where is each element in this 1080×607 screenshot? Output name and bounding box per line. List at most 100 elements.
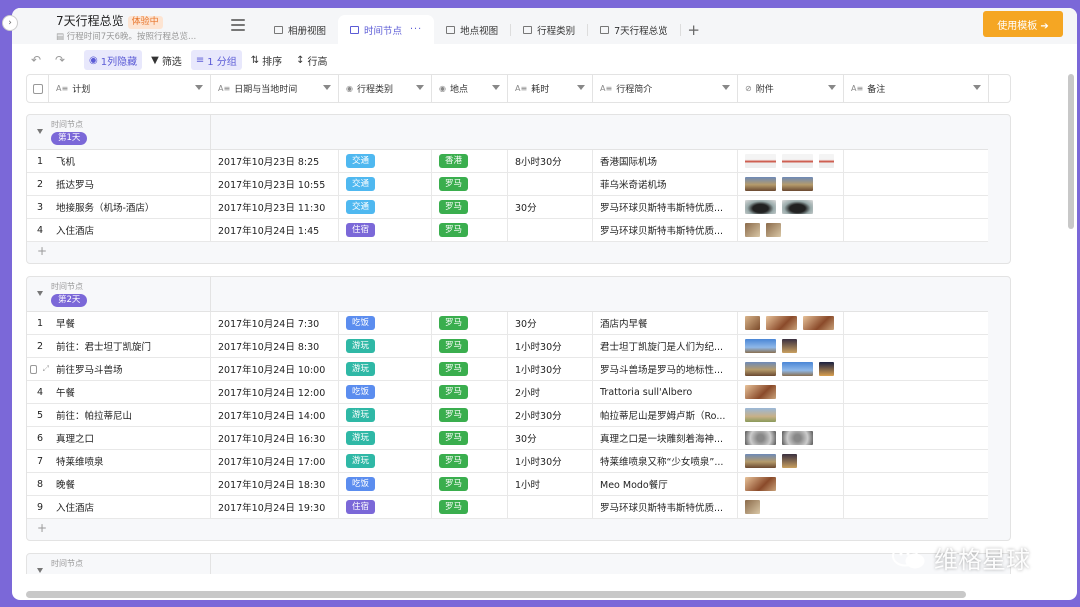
- attachment-thumbnail[interactable]: [745, 154, 776, 168]
- collapse-icon[interactable]: [37, 568, 43, 573]
- column-header-notes[interactable]: A≡ 备注: [844, 75, 989, 102]
- cell-duration[interactable]: 8小时30分: [508, 150, 593, 172]
- cell-notes[interactable]: [844, 358, 989, 380]
- cell-date[interactable]: 2017年10月24日 12:00: [211, 381, 339, 403]
- cell-place[interactable]: 罗马: [432, 173, 508, 195]
- cell-plan[interactable]: 前往：君士坦丁凯旋门: [49, 335, 211, 357]
- attachment-thumbnail[interactable]: [745, 408, 776, 422]
- cell-thumbs[interactable]: [738, 381, 844, 403]
- dropdown-icon[interactable]: [323, 85, 331, 90]
- attachment-thumbnail[interactable]: [766, 316, 797, 330]
- group-button[interactable]: ≡ 1 分组: [190, 50, 242, 70]
- cell-category[interactable]: 住宿: [339, 496, 432, 518]
- cell-category[interactable]: 吃饭: [339, 312, 432, 334]
- cell-notes[interactable]: [844, 496, 989, 518]
- attachment-thumbnail[interactable]: [782, 200, 813, 214]
- table-row[interactable]: 8 晚餐 2017年10月24日 18:30 吃饭 罗马 1小时 Meo Modo餐厅: [27, 473, 988, 496]
- group-header[interactable]: 时间节点 第2天: [27, 277, 1010, 311]
- sort-button[interactable]: ⇅ 排序: [246, 50, 287, 70]
- table-row[interactable]: 2 前往：君士坦丁凯旋门 2017年10月24日 8:30 游玩 罗马 1小时30分 君士坦…: [27, 335, 988, 358]
- cell-category[interactable]: 住宿: [339, 219, 432, 241]
- cell-notes[interactable]: [844, 335, 989, 357]
- cell-date[interactable]: 2017年10月24日 18:30: [211, 473, 339, 495]
- cell-duration[interactable]: 30分: [508, 196, 593, 218]
- cell-plan[interactable]: 抵达罗马: [49, 173, 211, 195]
- collapse-icon[interactable]: [37, 129, 43, 134]
- column-header-category[interactable]: ◉ 行程类别: [339, 75, 432, 102]
- cell-notes[interactable]: [844, 381, 989, 403]
- table-row[interactable]: 1 早餐 2017年10月24日 7:30 吃饭 罗马 30分 酒店内早餐: [27, 312, 988, 335]
- cell-plan[interactable]: 晚餐: [49, 473, 211, 495]
- column-header-intro[interactable]: A≡ 行程简介: [593, 75, 738, 102]
- undo-icon[interactable]: ↶: [24, 53, 48, 67]
- cell-notes[interactable]: [844, 404, 989, 426]
- cell-thumbs[interactable]: [738, 219, 844, 241]
- cell-num[interactable]: 1: [27, 312, 49, 334]
- cell-duration[interactable]: 1小时: [508, 473, 593, 495]
- cell-plan[interactable]: 飞机: [49, 150, 211, 172]
- redo-icon[interactable]: ↷: [48, 53, 72, 67]
- cell-num[interactable]: 7: [27, 450, 49, 472]
- cell-category[interactable]: 游玩: [339, 450, 432, 472]
- row-checkbox[interactable]: [30, 364, 37, 374]
- cell-duration[interactable]: [508, 219, 593, 241]
- attachment-thumbnail[interactable]: [745, 200, 776, 214]
- cell-duration[interactable]: 1小时30分: [508, 335, 593, 357]
- cell-notes[interactable]: [844, 427, 989, 449]
- tab-place-view[interactable]: 地点视图: [434, 15, 510, 44]
- sidebar-toggle-button[interactable]: ›: [2, 15, 18, 31]
- cell-thumbs[interactable]: [738, 427, 844, 449]
- cell-plan[interactable]: 早餐: [49, 312, 211, 334]
- cell-intro[interactable]: 罗马斗兽场是罗马的地标性...: [593, 358, 738, 380]
- cell-intro[interactable]: 香港国际机场: [593, 150, 738, 172]
- use-template-button[interactable]: 使用模板 ➔: [983, 11, 1063, 37]
- hidden-columns-button[interactable]: ◉ 1列隐藏: [84, 50, 143, 70]
- cell-num[interactable]: 4: [27, 381, 49, 403]
- row-height-button[interactable]: ↕ 行高: [291, 50, 332, 70]
- table-row[interactable]: ⤢ 前往罗马斗兽场 2017年10月24日 10:00 游玩 罗马 1小时30分 罗马斗兽场…: [27, 358, 988, 381]
- attachment-thumbnail[interactable]: [745, 316, 760, 330]
- attachment-thumbnail[interactable]: [782, 431, 813, 445]
- cell-intro[interactable]: 帕拉蒂尼山是罗姆卢斯（Ro...: [593, 404, 738, 426]
- cell-plan[interactable]: 入住酒店: [49, 496, 211, 518]
- cell-plan[interactable]: 前往罗马斗兽场: [49, 358, 211, 380]
- cell-plan[interactable]: 特莱维喷泉: [49, 450, 211, 472]
- cell-notes[interactable]: [844, 219, 989, 241]
- select-all-checkbox[interactable]: [27, 75, 49, 102]
- cell-plan[interactable]: 真理之口: [49, 427, 211, 449]
- cell-place[interactable]: 罗马: [432, 496, 508, 518]
- table-row[interactable]: 5 前往：帕拉蒂尼山 2017年10月24日 14:00 游玩 罗马 2小时30分 帕拉蒂尼…: [27, 404, 988, 427]
- table-row[interactable]: 6 真理之口 2017年10月24日 16:30 游玩 罗马 30分 真理之口是一块雕刻着海…: [27, 427, 988, 450]
- dropdown-icon[interactable]: [828, 85, 836, 90]
- dropdown-icon[interactable]: [577, 85, 585, 90]
- cell-thumbs[interactable]: [738, 496, 844, 518]
- cell-duration[interactable]: 30分: [508, 312, 593, 334]
- tab-timeline[interactable]: 时间节点 ···: [338, 15, 435, 44]
- tab-album-view[interactable]: 相册视图: [262, 15, 338, 44]
- cell-notes[interactable]: [844, 173, 989, 195]
- cell-thumbs[interactable]: [738, 312, 844, 334]
- cell-num[interactable]: 8: [27, 473, 49, 495]
- column-header-plan[interactable]: A≡ 计划: [49, 75, 211, 102]
- cell-intro[interactable]: 特莱维喷泉又称“少女喷泉”...: [593, 450, 738, 472]
- cell-date[interactable]: 2017年10月24日 8:30: [211, 335, 339, 357]
- cell-duration[interactable]: 1小时30分: [508, 450, 593, 472]
- cell-duration[interactable]: 2小时30分: [508, 404, 593, 426]
- cell-category[interactable]: 吃饭: [339, 473, 432, 495]
- add-row-button[interactable]: +: [37, 521, 47, 535]
- cell-num[interactable]: 5: [27, 404, 49, 426]
- column-header-attachment[interactable]: ⊘ 附件: [738, 75, 844, 102]
- attachment-thumbnail[interactable]: [782, 339, 797, 353]
- cell-place[interactable]: 罗马: [432, 335, 508, 357]
- table-row[interactable]: 2 抵达罗马 2017年10月23日 10:55 交通 罗马 菲乌米奇诺机场: [27, 173, 988, 196]
- cell-category[interactable]: 游玩: [339, 358, 432, 380]
- attachment-thumbnail[interactable]: [745, 477, 776, 491]
- table-row[interactable]: 1 飞机 2017年10月23日 8:25 交通 香港 8小时30分 香港国际机场: [27, 150, 988, 173]
- attachment-thumbnail[interactable]: [745, 500, 760, 514]
- cell-date[interactable]: 2017年10月24日 17:00: [211, 450, 339, 472]
- cell-date[interactable]: 2017年10月23日 11:30: [211, 196, 339, 218]
- cell-num[interactable]: 2: [27, 335, 49, 357]
- cell-notes[interactable]: [844, 150, 989, 172]
- attachment-thumbnail[interactable]: [745, 362, 776, 376]
- cell-notes[interactable]: [844, 450, 989, 472]
